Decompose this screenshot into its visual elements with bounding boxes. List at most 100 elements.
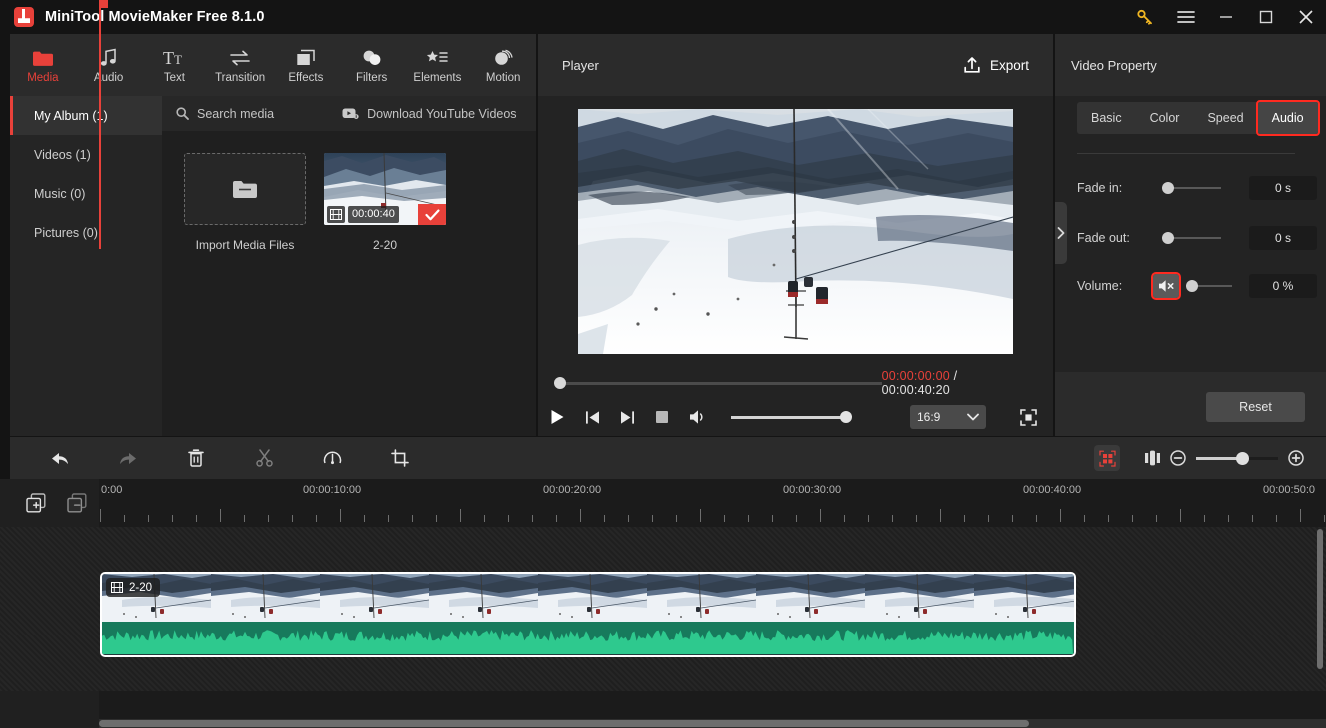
split-view-icon[interactable] [1134, 437, 1170, 479]
clip-thumbnail-frame [647, 574, 756, 622]
music-note-icon [100, 47, 118, 67]
minimize-icon[interactable] [1206, 0, 1246, 34]
time-separator: / [953, 369, 958, 383]
tool-tab-text[interactable]: TT Text [142, 34, 208, 96]
crop-icon[interactable] [382, 437, 418, 479]
clip-thumbnail-frame [974, 574, 1074, 622]
total-time: 00:00:40:20 [881, 383, 950, 397]
time-readout: 00:00:00:00 / 00:00:40:20 [882, 369, 1029, 397]
tool-tab-effects[interactable]: Effects [273, 34, 339, 96]
album-list: My Album (1) Videos (1) Music (0) Pictur… [10, 96, 162, 436]
ruler-label: 00:00:50:0 [1263, 484, 1315, 496]
player-volume-handle[interactable] [840, 411, 852, 423]
search-icon [176, 107, 189, 120]
remove-track-icon[interactable] [67, 493, 87, 513]
fade-out-handle[interactable] [1162, 232, 1174, 244]
tool-tabs: Media Audio TT Text Transition Effects F… [10, 34, 536, 96]
fade-in-handle[interactable] [1162, 182, 1174, 194]
close-icon[interactable] [1286, 0, 1326, 34]
seek-slider[interactable] [554, 377, 882, 389]
reset-label: Reset [1239, 400, 1272, 414]
tool-tab-media[interactable]: Media [10, 34, 76, 96]
player-stage[interactable] [538, 96, 1053, 366]
trash-icon[interactable] [178, 437, 214, 479]
reset-button[interactable]: Reset [1206, 392, 1305, 422]
download-youtube-button[interactable]: Download YouTube Videos [342, 107, 517, 121]
svg-text:T: T [163, 48, 174, 67]
timeline-clip-2-20[interactable]: 2-20 [100, 572, 1076, 657]
media-grid: Import Media Files 00:00:40 2-20 [162, 131, 536, 252]
seek-row: 00:00:00:00 / 00:00:40:20 [538, 366, 1053, 400]
chevron-right-icon[interactable] [1055, 202, 1067, 264]
export-button[interactable]: Export [963, 56, 1029, 74]
tab-color[interactable]: Color [1136, 102, 1194, 134]
fullscreen-icon[interactable] [1020, 408, 1037, 426]
hamburger-menu-icon[interactable] [1166, 0, 1206, 34]
search-input[interactable]: Search media [176, 107, 274, 121]
timeline-horizontal-scrollbar[interactable] [99, 719, 1326, 728]
fade-out-value[interactable]: 0 s [1249, 226, 1317, 250]
next-frame-icon[interactable] [620, 410, 635, 425]
playhead-handle[interactable] [99, 0, 108, 8]
fade-in-slider[interactable] [1162, 182, 1221, 194]
app-title: MiniTool MovieMaker Free 8.1.0 [45, 9, 265, 25]
volume-value[interactable]: 0 % [1249, 274, 1317, 298]
timeline-vertical-scrollbar[interactable] [1317, 529, 1323, 669]
clip-thumbnail-frame [865, 574, 974, 622]
media-thumbnail[interactable]: 00:00:40 [324, 153, 446, 225]
player-controls: 00:00:00:00 / 00:00:40:20 16:9 [538, 366, 1053, 436]
zoom-out-icon[interactable] [1170, 450, 1186, 466]
stop-icon[interactable] [655, 410, 669, 424]
clip-thumbnail-frame [538, 574, 647, 622]
speed-gauge-icon[interactable] [314, 437, 350, 479]
media-item-2-20[interactable]: 00:00:40 2-20 [324, 153, 446, 252]
volume-slider[interactable] [1186, 280, 1232, 292]
fit-to-screen-icon[interactable] [1094, 445, 1120, 471]
tool-tab-motion[interactable]: Motion [470, 34, 536, 96]
effects-squares-icon [296, 47, 316, 67]
scrollbar-thumb[interactable] [99, 720, 1029, 727]
tool-tab-label: Effects [288, 71, 324, 84]
folder-icon [32, 47, 54, 67]
maximize-icon[interactable] [1246, 0, 1286, 34]
tool-tab-filters[interactable]: Filters [339, 34, 405, 96]
tab-speed[interactable]: Speed [1193, 102, 1257, 134]
import-drop-zone[interactable] [184, 153, 306, 225]
tab-audio[interactable]: Audio [1255, 100, 1320, 136]
import-media-tile[interactable]: Import Media Files [184, 153, 306, 252]
filters-circles-icon [362, 47, 382, 67]
tool-tab-elements[interactable]: Elements [405, 34, 471, 96]
speaker-icon[interactable] [689, 409, 708, 425]
album-item-videos[interactable]: Videos (1) [10, 135, 162, 174]
tool-tab-audio[interactable]: Audio [76, 34, 142, 96]
player-volume-slider[interactable] [731, 411, 852, 423]
tool-tab-label: Media [27, 71, 59, 84]
album-item-pictures[interactable]: Pictures (0) [10, 213, 162, 252]
zoom-in-icon[interactable] [1288, 450, 1304, 466]
album-item-my-album[interactable]: My Album (1) [10, 96, 162, 135]
transition-arrows-icon [229, 47, 251, 67]
previous-frame-icon[interactable] [585, 410, 600, 425]
zoom-slider-handle[interactable] [1236, 451, 1249, 465]
playhead[interactable] [99, 0, 101, 249]
zoom-slider[interactable] [1196, 451, 1278, 465]
undo-icon[interactable] [42, 437, 78, 479]
seek-handle[interactable] [554, 377, 566, 389]
tool-tab-transition[interactable]: Transition [207, 34, 273, 96]
tab-basic[interactable]: Basic [1077, 102, 1136, 134]
timeline-toolbar-left [42, 437, 418, 479]
property-footer: Reset [1055, 372, 1326, 436]
fade-in-value[interactable]: 0 s [1249, 176, 1317, 200]
volume-handle[interactable] [1186, 280, 1198, 292]
fade-out-slider[interactable] [1162, 232, 1221, 244]
album-item-music[interactable]: Music (0) [10, 174, 162, 213]
aspect-ratio-select[interactable]: 16:9 [910, 405, 986, 429]
fade-out-row: Fade out: 0 s [1077, 226, 1317, 250]
play-icon[interactable] [550, 409, 565, 425]
check-icon[interactable] [418, 204, 446, 225]
add-track-icon[interactable] [26, 493, 46, 513]
speaker-muted-icon[interactable] [1151, 272, 1181, 300]
key-icon[interactable] [1124, 0, 1166, 34]
timeline-ruler[interactable]: 0:00 00:00:10:00 00:00:20:00 00:00:30:00… [99, 479, 1326, 527]
video-preview[interactable] [578, 108, 1013, 354]
